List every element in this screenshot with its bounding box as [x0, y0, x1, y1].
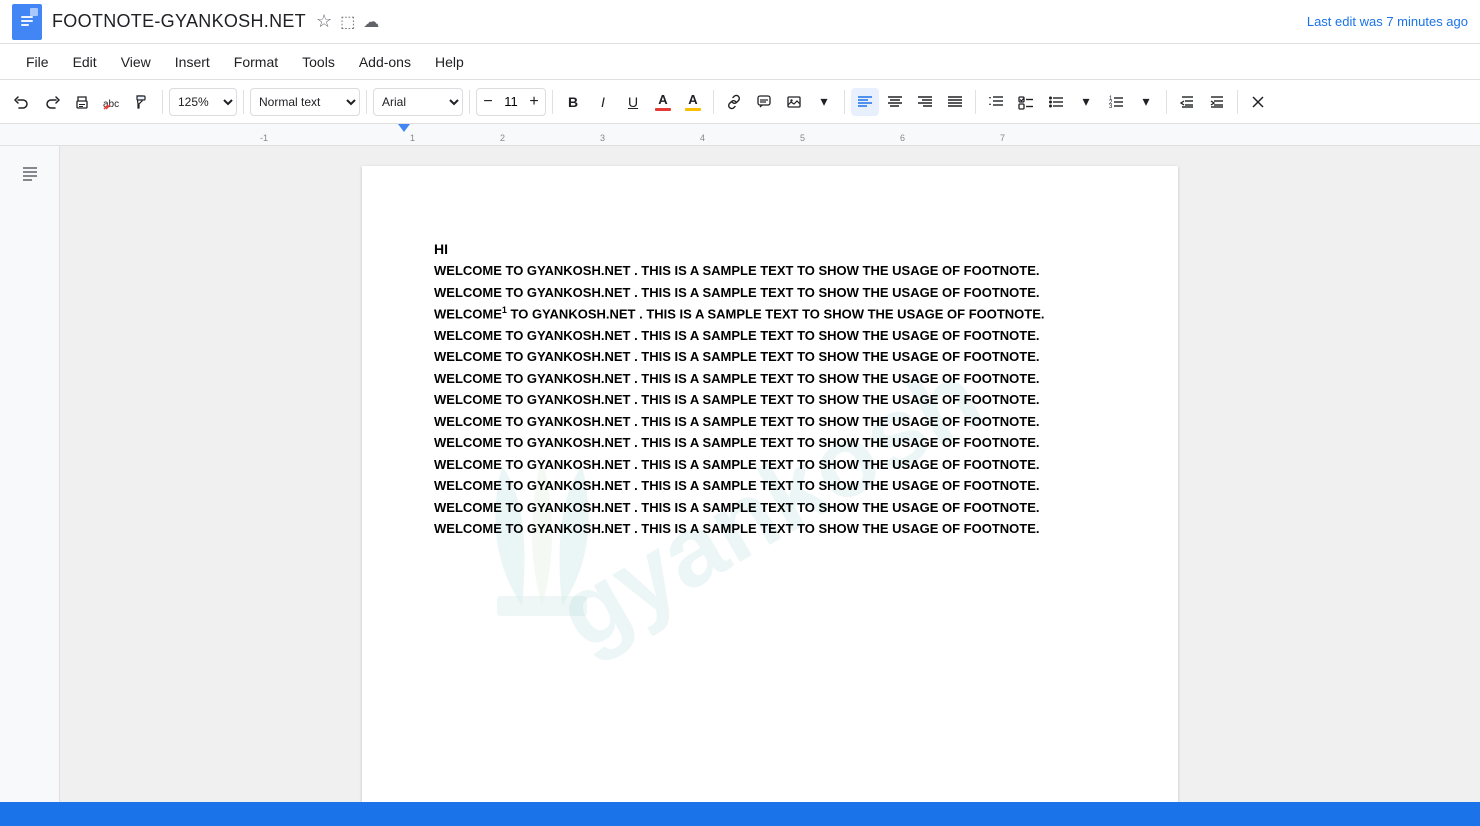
align-center-button[interactable]: [881, 88, 909, 116]
font-size-decrease-button[interactable]: −: [477, 88, 499, 116]
last-edit-link[interactable]: Last edit was 7 minutes ago: [1307, 14, 1468, 29]
menu-file[interactable]: File: [16, 50, 59, 74]
cloud-icon[interactable]: ☁: [363, 12, 379, 32]
star-icon[interactable]: ☆: [316, 11, 332, 32]
comment-button[interactable]: [750, 88, 778, 116]
ruler-mark-7: 7: [1000, 133, 1005, 143]
document-content[interactable]: HI WELCOME TO GYANKOSH.NET . THIS IS A S…: [434, 238, 1106, 539]
ruler-mark-6: 6: [900, 133, 905, 143]
separator-10: [1237, 90, 1238, 114]
bullet-list-dropdown-button[interactable]: ▾: [1072, 88, 1100, 116]
menubar: File Edit View Insert Format Tools Add-o…: [0, 44, 1480, 80]
undo-button[interactable]: [8, 88, 36, 116]
menu-edit[interactable]: Edit: [63, 50, 107, 74]
separator-7: [844, 90, 845, 114]
separator-2: [243, 90, 244, 114]
titlebar: FOOTNOTE-GYANKOSH.NET ☆ ⬚ ☁ Last edit wa…: [0, 0, 1480, 44]
separator-6: [713, 90, 714, 114]
separator-5: [552, 90, 553, 114]
toolbar: abc 125% 75% 100% 150% 200% Normal text …: [0, 80, 1480, 124]
ruler-marker[interactable]: [398, 124, 410, 132]
bold-button[interactable]: B: [559, 88, 587, 116]
sidebar: [0, 146, 60, 826]
indent-increase-button[interactable]: [1203, 88, 1231, 116]
text-color-button[interactable]: A: [649, 88, 677, 116]
spellcheck-button[interactable]: abc: [98, 88, 126, 116]
separator-1: [162, 90, 163, 114]
redo-button[interactable]: [38, 88, 66, 116]
link-button[interactable]: [720, 88, 748, 116]
ruler-mark-1: 1: [410, 133, 415, 143]
doc-icon: [12, 4, 42, 40]
document-heading[interactable]: HI: [434, 238, 1106, 260]
main-area: gyankosh HI WELCOME TO GYANKOSH.NET . TH…: [0, 146, 1480, 826]
separator-4: [469, 90, 470, 114]
clear-formatting-button[interactable]: [1244, 88, 1272, 116]
move-icon[interactable]: ⬚: [340, 12, 355, 32]
menu-help[interactable]: Help: [425, 50, 474, 74]
menu-addons[interactable]: Add-ons: [349, 50, 421, 74]
checklist-button[interactable]: [1012, 88, 1040, 116]
align-right-button[interactable]: [911, 88, 939, 116]
document-area[interactable]: gyankosh HI WELCOME TO GYANKOSH.NET . TH…: [60, 146, 1480, 826]
line-spacing-button[interactable]: [982, 88, 1010, 116]
font-size-value[interactable]: 11: [499, 94, 523, 109]
ruler-mark-neg1: -1: [260, 133, 268, 143]
print-button[interactable]: [68, 88, 96, 116]
zoom-select[interactable]: 125% 75% 100% 150% 200%: [169, 88, 237, 116]
paint-format-button[interactable]: [128, 88, 156, 116]
highlight-button[interactable]: A: [679, 88, 707, 116]
last-edit-text: Last edit was 7 minutes ago: [1307, 14, 1468, 29]
underline-button[interactable]: U: [619, 88, 647, 116]
style-select[interactable]: Normal text Heading 1 Heading 2 Heading …: [250, 88, 360, 116]
title-icons: ☆ ⬚ ☁: [316, 11, 379, 32]
numbered-list-button[interactable]: 123: [1102, 88, 1130, 116]
ruler-content: -1 1 2 3 4 5 6 7: [250, 124, 1480, 145]
separator-8: [975, 90, 976, 114]
align-left-button[interactable]: [851, 88, 879, 116]
footnote-mark-1: 1: [502, 305, 507, 315]
document-page[interactable]: gyankosh HI WELCOME TO GYANKOSH.NET . TH…: [362, 166, 1178, 826]
font-select[interactable]: Arial Times New Roman Courier New Georgi…: [373, 88, 463, 116]
image-dropdown-button[interactable]: ▾: [810, 88, 838, 116]
menu-insert[interactable]: Insert: [165, 50, 220, 74]
image-button[interactable]: [780, 88, 808, 116]
menu-format[interactable]: Format: [224, 50, 288, 74]
numbered-list-dropdown-button[interactable]: ▾: [1132, 88, 1160, 116]
font-size-display: − 11 +: [476, 88, 546, 116]
outline-icon[interactable]: [14, 158, 46, 190]
italic-button[interactable]: I: [589, 88, 617, 116]
separator-9: [1166, 90, 1167, 114]
indent-decrease-button[interactable]: [1173, 88, 1201, 116]
highlight-indicator: A: [685, 92, 701, 111]
ruler-mark-3: 3: [600, 133, 605, 143]
ruler-mark-2: 2: [500, 133, 505, 143]
document-title: FOOTNOTE-GYANKOSH.NET: [52, 11, 306, 32]
font-size-increase-button[interactable]: +: [523, 88, 545, 116]
ruler-mark-5: 5: [800, 133, 805, 143]
text-color-indicator: A: [655, 92, 671, 111]
menu-view[interactable]: View: [111, 50, 161, 74]
menu-tools[interactable]: Tools: [292, 50, 345, 74]
ruler: -1 1 2 3 4 5 6 7: [0, 124, 1480, 146]
ruler-mark-4: 4: [700, 133, 705, 143]
svg-text:3: 3: [1109, 104, 1113, 110]
align-justify-button[interactable]: [941, 88, 969, 116]
document-body: WELCOME TO GYANKOSH.NET . THIS IS A SAMP…: [434, 260, 1106, 539]
bottom-bar: [0, 802, 1480, 826]
bullet-list-button[interactable]: [1042, 88, 1070, 116]
separator-3: [366, 90, 367, 114]
